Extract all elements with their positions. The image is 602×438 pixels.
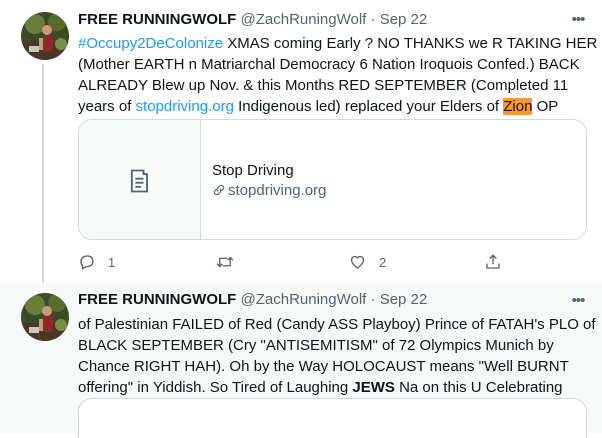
tweet-date[interactable]: Sep 22 bbox=[380, 291, 428, 308]
tweet-header: FREE RUNNINGWOLF @ZachRuningWolf · Sep 2… bbox=[78, 10, 562, 30]
author-name[interactable]: FREE RUNNINGWOLF bbox=[78, 11, 236, 28]
share-icon bbox=[486, 254, 500, 269]
author-handle[interactable]: @ZachRuningWolf bbox=[241, 11, 367, 28]
avatar[interactable] bbox=[21, 293, 69, 341]
link-preview-card[interactable] bbox=[78, 398, 587, 438]
like-count: 2 bbox=[379, 254, 387, 270]
avatar-image bbox=[21, 293, 69, 341]
document-icon bbox=[130, 169, 148, 193]
hashtag-link[interactable]: #Occupy2DeColonize bbox=[78, 35, 223, 52]
tweet-text: #Occupy2DeColonize XMAS coming Early ? N… bbox=[78, 33, 598, 117]
tweet-actions: 1 2 bbox=[78, 251, 518, 273]
reply-button[interactable]: 1 bbox=[78, 251, 115, 273]
author-name[interactable]: FREE RUNNINGWOLF bbox=[78, 291, 236, 308]
separator-dot: · bbox=[370, 291, 376, 308]
bold-search-term: JEWS bbox=[352, 379, 395, 396]
tweet-date[interactable]: Sep 22 bbox=[380, 11, 428, 28]
tweet-text-part: OP bbox=[532, 98, 559, 115]
retweet-icon bbox=[216, 256, 234, 268]
tweet-text-part: Indigenous led) replaced your Elders of bbox=[233, 98, 504, 115]
tweet-2[interactable]: FREE RUNNINGWOLF @ZachRuningWolf · Sep 2… bbox=[0, 283, 602, 438]
avatar-image bbox=[21, 12, 69, 60]
avatar[interactable] bbox=[21, 12, 69, 60]
more-options-icon[interactable]: ••• bbox=[566, 291, 590, 311]
more-options-icon[interactable]: ••• bbox=[566, 10, 590, 30]
share-button[interactable] bbox=[484, 251, 502, 273]
heart-icon bbox=[350, 255, 365, 269]
thread-connector-line bbox=[42, 64, 44, 283]
card-url: stopdriving.org bbox=[212, 181, 326, 201]
card-url-text: stopdriving.org bbox=[228, 182, 327, 199]
card-thumbnail bbox=[79, 120, 201, 239]
reply-count: 1 bbox=[108, 254, 116, 270]
separator-dot: · bbox=[370, 11, 376, 28]
retweet-button[interactable] bbox=[215, 251, 247, 273]
card-title: Stop Driving bbox=[212, 162, 294, 179]
link-preview-card[interactable]: Stop Driving stopdriving.org bbox=[78, 119, 587, 240]
tweet-header: FREE RUNNINGWOLF @ZachRuningWolf · Sep 2… bbox=[78, 290, 562, 310]
tweet-1[interactable]: FREE RUNNINGWOLF @ZachRuningWolf · Sep 2… bbox=[0, 0, 602, 283]
highlighted-search-term: Zion bbox=[503, 98, 533, 115]
link-icon bbox=[213, 184, 225, 196]
url-link[interactable]: stopdriving.org bbox=[136, 98, 234, 115]
like-button[interactable]: 2 bbox=[348, 251, 386, 273]
reply-icon bbox=[80, 255, 94, 270]
author-handle[interactable]: @ZachRuningWolf bbox=[241, 291, 367, 308]
